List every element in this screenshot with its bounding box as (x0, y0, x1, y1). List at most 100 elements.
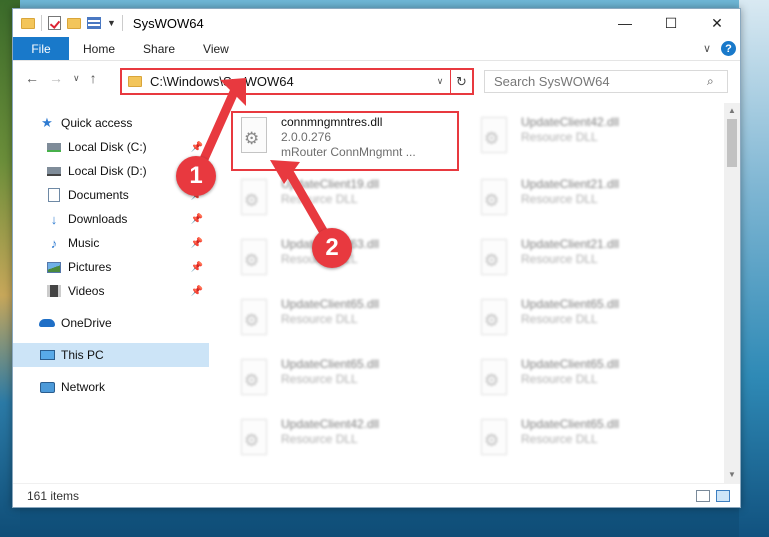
file-tile[interactable]: ⚙ UpdateClient42.dll Resource DLL (233, 415, 457, 465)
file-name: UpdateClient42.dll (521, 115, 620, 129)
file-name: connmngmntres.dll (281, 115, 383, 129)
dll-file-icon: ⚙ (477, 179, 511, 219)
up-arrow-icon[interactable]: ↑ (90, 70, 97, 86)
nav-music[interactable]: ♪ Music 📌 (13, 231, 209, 255)
file-tile[interactable]: ⚙ UpdateClient21.dll Resource DLL (473, 235, 697, 285)
forward-arrow-icon[interactable]: → (49, 70, 63, 86)
item-count: 161 items (27, 488, 80, 503)
desktop-background-right (739, 0, 769, 537)
file-name: UpdateClient65.dll (521, 297, 620, 311)
nav-downloads[interactable]: ↓ Downloads 📌 (13, 207, 209, 231)
address-path[interactable]: C:\Windows\SysWOW64 (150, 74, 294, 89)
dll-file-icon: ⚙ (237, 419, 271, 459)
file-description: 2.0.0.276 (281, 130, 332, 144)
maximize-button[interactable]: ☐ (648, 9, 694, 37)
file-description: Resource DLL (521, 432, 598, 446)
file-tile[interactable]: ⚙ UpdateClient42.dll Resource DLL (473, 113, 697, 163)
properties-icon[interactable] (87, 17, 101, 29)
search-input[interactable]: Search SysWOW64 (494, 74, 707, 89)
nav-network[interactable]: Network (13, 375, 209, 399)
annotation-badge-2: 2 (312, 228, 352, 268)
file-company: mRouter ConnMngmnt ... (281, 145, 416, 159)
file-tile[interactable]: ⚙ UpdateClient65.dll Resource DLL (233, 355, 457, 405)
title-bar: ▼ SysWOW64 — ☐ ✕ (13, 9, 740, 37)
scrollbar-thumb[interactable] (727, 119, 737, 167)
properties-check-icon[interactable] (48, 16, 61, 30)
music-icon: ♪ (50, 235, 58, 251)
nav-videos[interactable]: Videos 📌 (13, 279, 209, 303)
pin-icon[interactable]: 📌 (191, 238, 203, 249)
nav-this-pc[interactable]: This PC (13, 343, 209, 367)
pin-icon[interactable]: 📌 (191, 142, 203, 153)
back-arrow-icon[interactable]: ← (25, 70, 39, 86)
nav-quick-access-label: Quick access (61, 116, 133, 130)
dll-file-icon: ⚙ (477, 419, 511, 459)
file-name: UpdateClient21.dll (521, 237, 620, 251)
search-box[interactable]: Search SysWOW64 ⌕ (484, 70, 728, 93)
nav-pictures[interactable]: Pictures 📌 (13, 255, 209, 279)
minimize-button[interactable]: — (602, 9, 648, 37)
file-tile[interactable]: ⚙ UpdateClient65.dll Resource DLL (473, 295, 697, 345)
onedrive-icon (39, 319, 55, 327)
refresh-icon[interactable]: ↻ (450, 70, 472, 93)
nav-item-label: Videos (68, 284, 105, 298)
dll-file-icon: ⚙ (477, 299, 511, 339)
dll-file-icon: ⚙ (237, 299, 271, 339)
drive-icon (47, 142, 61, 152)
dll-file-icon: ⚙ (237, 179, 271, 219)
file-description: Resource DLL (521, 372, 598, 386)
nav-local-disk-c[interactable]: Local Disk (C:) 📌 (13, 135, 209, 159)
nav-quick-access[interactable]: ★ Quick access (13, 111, 209, 135)
file-tile[interactable]: ⚙ UpdateClient65.dll Resource DLL (233, 295, 457, 345)
file-tile[interactable]: ⚙ UpdateClient65.dll Resource DLL (473, 355, 697, 405)
tab-view[interactable]: View (189, 37, 243, 60)
address-bar[interactable]: C:\Windows\SysWOW64 ∨ ↻ (120, 68, 474, 95)
nav-item-label: Local Disk (D:) (68, 164, 147, 178)
file-description: Resource DLL (281, 432, 358, 446)
pin-icon[interactable]: 📌 (191, 286, 203, 297)
large-icons-view-icon[interactable] (716, 489, 730, 502)
file-description: Resource DLL (281, 372, 358, 386)
tab-home[interactable]: Home (69, 37, 129, 60)
pin-icon[interactable]: 📌 (191, 214, 203, 225)
scroll-down-icon[interactable]: ▼ (724, 467, 740, 483)
address-dropdown-icon[interactable]: ∨ (430, 76, 450, 87)
scroll-up-icon[interactable]: ▲ (724, 103, 740, 119)
ribbon-tabs: File Home Share View ∨ ? (13, 37, 740, 61)
close-button[interactable]: ✕ (694, 9, 740, 37)
tab-file[interactable]: File (13, 37, 69, 60)
details-view-icon[interactable] (696, 489, 710, 502)
network-icon (39, 381, 55, 393)
tab-share[interactable]: Share (129, 37, 189, 60)
pin-icon[interactable]: 📌 (191, 262, 203, 273)
annotation-badge-1: 1 (176, 156, 216, 196)
window-title: SysWOW64 (132, 15, 204, 31)
file-tile[interactable]: ⚙ UpdateClient65.dll Resource DLL (473, 415, 697, 465)
recent-locations-chevron-icon[interactable]: ∨ (73, 73, 80, 84)
nav-onedrive-label: OneDrive (61, 316, 112, 330)
pictures-icon (47, 261, 61, 273)
chevron-down-icon[interactable]: ∨ (703, 42, 711, 55)
file-name: UpdateClient19.dll (281, 177, 380, 191)
file-description: Resource DLL (521, 252, 598, 266)
file-name: UpdateClient65.dll (281, 357, 380, 371)
file-name: UpdateClient21.dll (521, 177, 620, 191)
help-icon[interactable]: ? (721, 41, 736, 56)
file-name: UpdateClient65.dll (281, 297, 380, 311)
file-tile[interactable]: ⚙ UpdateClient19.dll Resource DLL (233, 175, 457, 225)
vertical-scrollbar[interactable]: ▲ ▼ (724, 103, 740, 483)
file-tile[interactable]: ⚙ connmngmntres.dll 2.0.0.276 mRouter ConnM… (231, 111, 459, 171)
navigation-buttons: ← → ∨ ↑ (13, 70, 119, 86)
folder-icon (128, 76, 142, 87)
file-tile[interactable]: ⚙ UpdateClient21.dll Resource DLL (473, 175, 697, 225)
status-bar: 161 items (13, 483, 740, 507)
new-folder-icon[interactable] (67, 17, 81, 29)
customize-qat-dropdown-icon[interactable]: ▼ (107, 18, 116, 28)
documents-icon (48, 188, 60, 202)
search-icon[interactable]: ⌕ (707, 74, 727, 89)
file-description: Resource DLL (281, 192, 358, 206)
content-area: ★ Quick access Local Disk (C:) 📌 Local D… (13, 103, 740, 483)
file-name: UpdateClient42.dll (281, 417, 380, 431)
nav-onedrive[interactable]: OneDrive (13, 311, 209, 335)
navigation-pane: ★ Quick access Local Disk (C:) 📌 Local D… (13, 103, 209, 483)
